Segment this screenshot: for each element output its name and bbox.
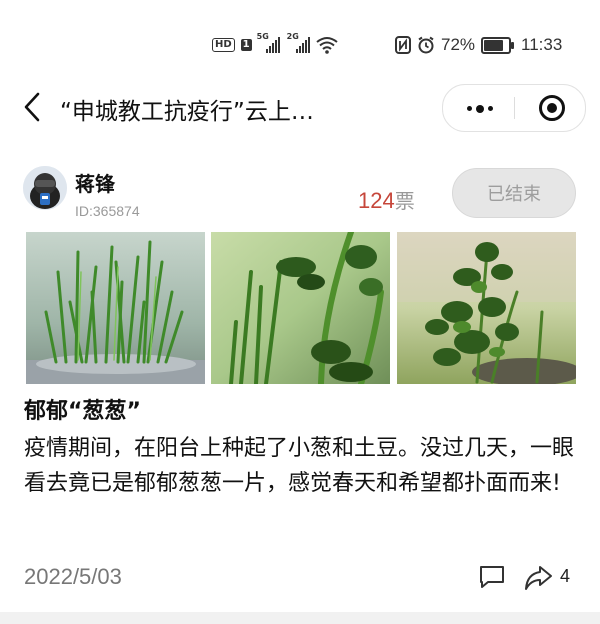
sim2-network-label: 2G [286,32,299,41]
share-icon[interactable] [523,564,553,592]
battery-icon [481,36,515,54]
comment-icon[interactable] [478,564,506,590]
page-title: “申城教工抗疫行”云上… [60,99,314,125]
avatar-image [23,166,67,210]
vote-number: 124 [358,188,395,213]
status-left-icons: HD 1 5G 2G [212,32,338,56]
wifi-icon [316,37,338,54]
back-arrow-icon[interactable] [18,90,48,124]
post-date: 2022/5/03 [24,564,122,589]
more-dots-icon[interactable] [467,105,493,113]
vote-count: 124票 [358,185,415,214]
avatar[interactable] [23,166,67,210]
photo-potato-leaves[interactable] [397,232,576,384]
post-title: 郁郁“葱葱” [24,399,141,424]
battery-fill [484,39,503,51]
sim1-badge-icon: 1 [240,39,252,51]
alarm-icon [418,36,434,54]
sim1-network-label: 5G [256,32,269,41]
nav-bar: “申城教工抗疫行”云上… [0,80,600,136]
post-body: 疫情期间，在阳台上种起了小葱和土豆。没过几天，一眼看去竟已是郁郁葱葱一片，感觉春… [24,436,575,496]
nfc-icon [395,36,411,54]
author-id: ID:365874 [75,203,140,219]
record-close-icon[interactable] [539,95,565,121]
bottom-divider [0,612,600,624]
sim1-signal-icon: 5G [257,32,280,53]
share-count: 4 [560,566,571,586]
photo-scallions[interactable] [26,232,205,384]
mini-program-capsule [442,84,586,132]
battery-percent: 72% [441,35,476,54]
hd-icon: HD [212,38,235,52]
sim2-signal-icon: 2G [287,32,310,53]
status-right-icons: 72% 11:33 [395,34,562,56]
vote-ended-button[interactable]: 已结束 [452,168,576,218]
photo-gallery [26,232,576,384]
status-time: 11:33 [521,35,563,54]
capsule-divider [514,97,515,119]
photo-potato-sprout[interactable] [211,232,390,384]
vote-unit: 票 [394,189,415,213]
status-bar: HD 1 5G 2G 72% 11:33 [0,0,600,88]
author-name: 蒋锋 [75,172,115,196]
